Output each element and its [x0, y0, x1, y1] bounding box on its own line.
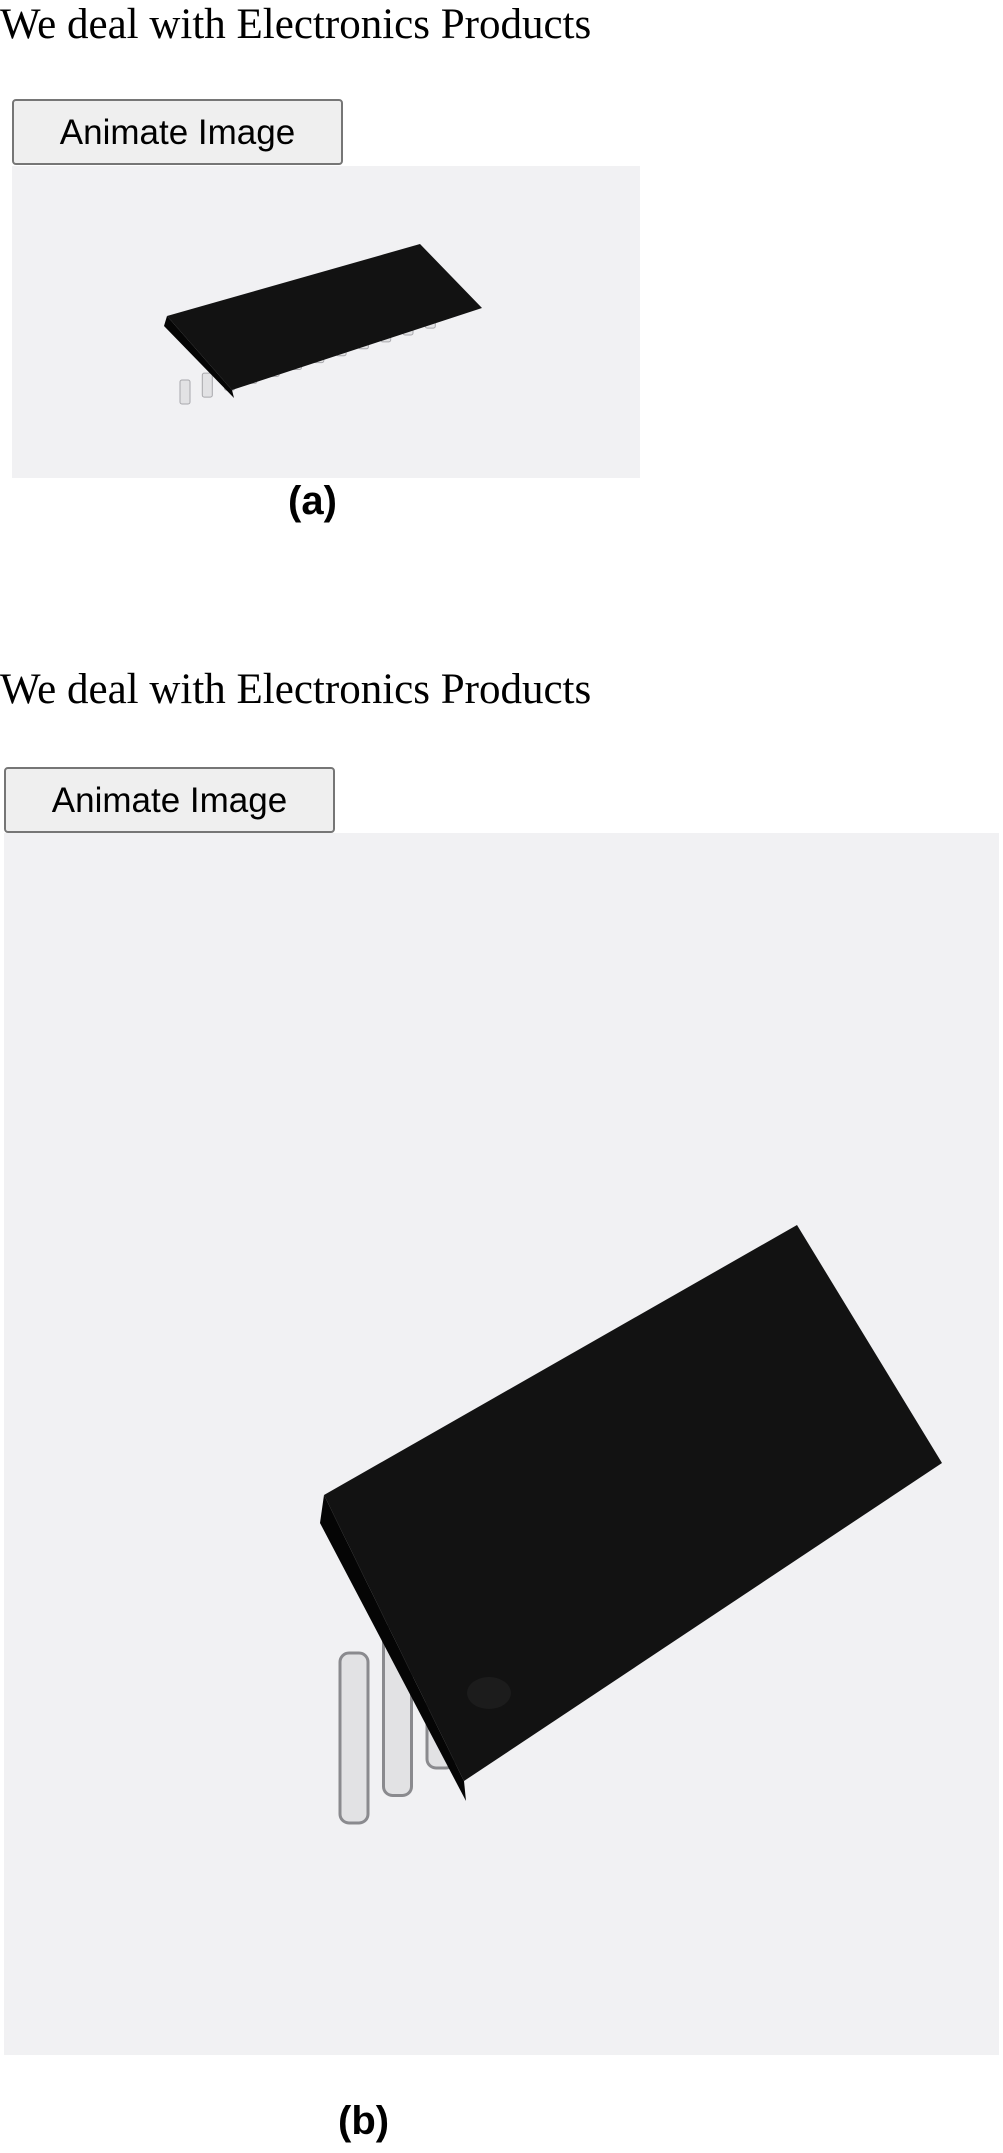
figure-caption: (a)	[288, 479, 337, 523]
chip-pin	[338, 1651, 370, 1825]
animate-image-button[interactable]: Animate Image	[4, 767, 335, 833]
figure-caption: (b)	[338, 2099, 390, 2143]
pin-one-marker	[467, 1677, 511, 1709]
animate-image-button[interactable]: Animate Image	[12, 99, 343, 165]
ic-chip-icon	[164, 244, 482, 405]
chip-body	[167, 244, 482, 390]
chip-pin	[201, 372, 213, 398]
chip-pin	[179, 379, 191, 405]
page-heading: We deal with Electronics Products	[0, 1, 592, 48]
ic-chip-icon	[320, 1225, 942, 1825]
page-heading: We deal with Electronics Products	[0, 666, 592, 713]
product-image	[12, 166, 640, 478]
product-image	[4, 833, 999, 2055]
